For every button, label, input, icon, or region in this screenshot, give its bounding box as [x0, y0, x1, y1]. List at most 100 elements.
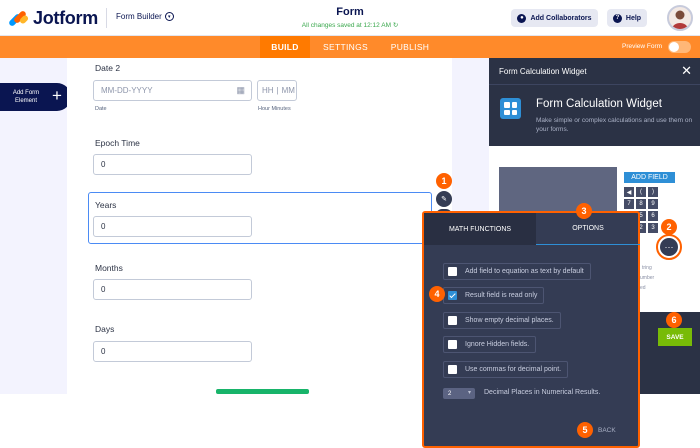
question-years: Years	[95, 200, 116, 210]
widget-panel-header: Form Calculation Widget ✕	[489, 58, 700, 85]
submit-button-partial[interactable]	[216, 389, 309, 394]
question-label: Date 2	[95, 63, 121, 73]
builder-nav: BUILD SETTINGS PUBLISH Preview Form	[0, 36, 700, 58]
saved-status-text: All changes saved at 12:12 AM	[301, 22, 391, 29]
callout-1: 1	[436, 173, 452, 189]
keypad-key[interactable]: (	[636, 187, 646, 197]
jotform-logo-icon	[7, 9, 30, 28]
help-label: Help	[625, 14, 642, 22]
add-form-element-label: Add Form Element	[12, 90, 40, 104]
option-ignore-hidden[interactable]: Ignore Hidden fields.	[443, 336, 537, 353]
avatar[interactable]	[667, 5, 693, 31]
callout-5: 5	[577, 422, 593, 438]
jotform-logo[interactable]: Jotform	[7, 8, 98, 29]
side-text: tring	[642, 265, 652, 271]
save-button[interactable]: SAVE	[658, 328, 692, 346]
option-show-empty-decimals[interactable]: Show empty decimal places.	[443, 312, 561, 329]
option-label: Add field to equation as text by default	[465, 268, 584, 275]
callout-6: 6	[666, 312, 682, 328]
close-icon[interactable]: ✕	[681, 63, 692, 79]
date-placeholder: MM-DD-YYYY	[101, 86, 153, 95]
checkbox-checked[interactable]	[448, 291, 457, 300]
callout-4: 4	[429, 286, 445, 302]
question-label: Days	[95, 324, 115, 334]
tab-build[interactable]: BUILD	[260, 36, 310, 58]
epoch-time-input[interactable]: 0	[93, 154, 252, 175]
form-builder-label: Form Builder	[116, 12, 162, 21]
days-input[interactable]: 0	[93, 341, 252, 362]
keypad-key[interactable]: 9	[648, 199, 658, 209]
user-icon: ●	[517, 13, 527, 23]
question-label: Years	[95, 200, 117, 210]
tab-settings[interactable]: SETTINGS	[318, 36, 373, 58]
question-days: Days	[95, 324, 114, 334]
keypad-key[interactable]: 7	[624, 199, 634, 209]
preview-form-label: Preview Form	[622, 43, 663, 50]
header-divider	[106, 8, 107, 28]
option-label: Result field is read only	[465, 292, 538, 299]
add-field-button[interactable]: ADD FIELD	[624, 172, 675, 183]
chevron-down-icon: ▾	[164, 12, 174, 21]
minute-placeholder: MM	[281, 86, 295, 95]
input-value: 0	[101, 347, 106, 356]
back-button[interactable]: BACK	[598, 427, 616, 434]
add-collaborators-label: Add Collaborators	[530, 14, 592, 22]
keypad-key[interactable]: ◀	[624, 187, 634, 197]
widget-panel-header-title: Form Calculation Widget	[499, 67, 587, 76]
wrench-settings-button[interactable]: ✎	[436, 191, 452, 207]
calculator-icon	[500, 98, 521, 119]
option-read-only[interactable]: Result field is read only	[443, 287, 545, 304]
side-text: umber	[640, 275, 655, 281]
form-builder-dropdown[interactable]: Form Builder ▾	[116, 12, 174, 21]
option-use-commas[interactable]: Use commas for decimal point.	[443, 361, 569, 378]
question-label: Months	[95, 263, 123, 273]
option-label: Use commas for decimal point.	[465, 366, 562, 373]
preview-form-toggle[interactable]	[668, 41, 691, 53]
date-input[interactable]: MM-DD-YYYY ▦	[93, 80, 252, 101]
wrench-icon: ✎	[441, 196, 447, 203]
months-input[interactable]: 0	[93, 279, 252, 300]
date-sublabel: Date	[95, 106, 107, 112]
widget-title: Form Calculation Widget	[536, 98, 662, 110]
input-value: 0	[101, 222, 106, 231]
time-input[interactable]: HH | MM	[257, 80, 297, 101]
callout-2: 2	[661, 219, 677, 235]
tab-math-functions[interactable]: MATH FUNCTIONS	[424, 213, 536, 245]
refresh-icon: ↻	[392, 22, 399, 29]
side-text: ed	[640, 285, 646, 291]
avatar-icon	[672, 10, 688, 29]
checkbox[interactable]	[448, 316, 457, 325]
years-input[interactable]: 0	[93, 216, 252, 237]
help-button[interactable]: ? Help	[607, 9, 647, 27]
option-add-field-as-text[interactable]: Add field to equation as text by default	[443, 263, 591, 280]
add-collaborators-button[interactable]: ● Add Collaborators	[511, 9, 598, 27]
question-label: Epoch Time	[95, 138, 140, 148]
question-date: Date 2	[95, 63, 120, 73]
plus-icon: +	[52, 86, 62, 105]
keypad-key[interactable]: 8	[636, 199, 646, 209]
time-separator: |	[276, 86, 279, 95]
keypad-key[interactable]: )	[648, 187, 658, 197]
top-bar: Jotform Form Builder ▾ Form All changes …	[0, 0, 700, 36]
logo-text: Jotform	[33, 8, 98, 28]
input-value: 0	[101, 160, 106, 169]
option-label: Show empty decimal places.	[465, 317, 554, 324]
decimal-places-label: Decimal Places in Numerical Results.	[484, 389, 601, 396]
time-sublabel: Hour Minutes	[258, 106, 291, 112]
tab-publish[interactable]: PUBLISH	[384, 36, 436, 58]
option-label: Ignore Hidden fields.	[465, 341, 530, 348]
checkbox[interactable]	[448, 340, 457, 349]
question-epoch-time: Epoch Time	[95, 138, 140, 148]
checkbox[interactable]	[448, 267, 457, 276]
widget-description: Make simple or complex calculations and …	[536, 117, 693, 133]
calendar-icon[interactable]: ▦	[236, 85, 245, 96]
more-options-highlight	[656, 234, 682, 260]
add-form-element-button[interactable]: Add Form Element +	[0, 83, 71, 111]
keypad-key[interactable]: 3	[648, 223, 658, 233]
decimal-places-select[interactable]: 2	[443, 388, 475, 399]
keypad-key[interactable]: 6	[648, 211, 658, 221]
question-months: Months	[95, 263, 123, 273]
checkbox[interactable]	[448, 365, 457, 374]
help-icon: ?	[612, 13, 622, 23]
calculation-options-modal: MATH FUNCTIONS OPTIONS Add field to equa…	[422, 211, 640, 448]
